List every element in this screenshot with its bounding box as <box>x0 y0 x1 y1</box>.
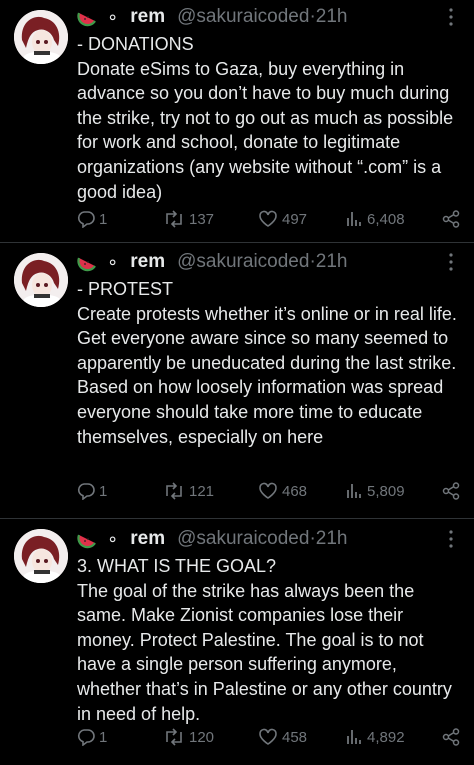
watermelon-icon <box>77 257 96 272</box>
tweet-text: - DONATIONS Donate eSims to Gaza, buy ev… <box>77 34 454 202</box>
name-bullet: ∘ <box>107 251 119 272</box>
heart-icon <box>259 210 277 227</box>
repost-icon <box>166 728 182 746</box>
display-name[interactable]: rem <box>130 528 165 550</box>
tweet-actions: 1 137 497 6,408 <box>77 207 460 231</box>
name-bullet: ∘ <box>107 528 119 549</box>
views-icon <box>347 730 361 744</box>
watermelon-icon <box>77 12 96 27</box>
avatar[interactable] <box>14 10 68 64</box>
tweet-text: 3. WHAT IS THE GOAL? The goal of the str… <box>77 556 452 724</box>
tweet-actions: 1 121 468 5,809 <box>77 479 460 503</box>
timestamp[interactable]: 21h <box>316 528 348 550</box>
views-button[interactable]: 4,892 <box>345 728 405 746</box>
reply-icon <box>77 729 95 746</box>
more-icon[interactable] <box>442 252 460 272</box>
tweet-header: ∘ rem @sakuraicoded · 21h <box>77 4 460 30</box>
display-name[interactable]: rem <box>130 6 165 28</box>
more-icon[interactable] <box>442 529 460 549</box>
share-button[interactable] <box>442 482 460 500</box>
more-icon[interactable] <box>442 7 460 27</box>
share-button[interactable] <box>442 210 460 228</box>
like-button[interactable]: 458 <box>258 728 307 746</box>
avatar[interactable] <box>14 529 68 583</box>
view-count: 4,892 <box>367 728 405 746</box>
view-count: 5,809 <box>367 482 405 500</box>
handle[interactable]: @sakuraicoded <box>177 528 309 550</box>
views-button[interactable]: 6,408 <box>345 210 405 228</box>
heart-icon <box>259 482 277 499</box>
share-icon <box>442 210 460 228</box>
reply-button[interactable]: 1 <box>77 210 107 228</box>
timestamp[interactable]: 21h <box>316 251 348 273</box>
reply-count: 1 <box>99 728 108 746</box>
repost-count: 120 <box>189 728 215 746</box>
repost-button[interactable]: 120 <box>163 728 214 746</box>
tweet-header: ∘ rem @sakuraicoded · 21h <box>77 526 460 552</box>
reply-icon <box>77 483 95 500</box>
tweet[interactable]: ∘ rem @sakuraicoded · 21h 3. WHAT IS THE… <box>0 519 474 765</box>
repost-button[interactable]: 121 <box>163 482 214 500</box>
views-icon <box>347 212 361 226</box>
timestamp[interactable]: 21h <box>316 6 348 28</box>
handle[interactable]: @sakuraicoded <box>177 251 309 273</box>
share-icon <box>442 728 460 746</box>
repost-icon <box>166 210 182 228</box>
name-bullet: ∘ <box>107 6 119 27</box>
tweet-text: - PROTEST Create protests whether it’s o… <box>77 279 457 447</box>
reply-button[interactable]: 1 <box>77 482 107 500</box>
like-count: 468 <box>282 482 308 500</box>
views-button[interactable]: 5,809 <box>345 482 405 500</box>
views-icon <box>347 484 361 498</box>
avatar[interactable] <box>14 253 68 307</box>
view-count: 6,408 <box>367 210 405 228</box>
like-button[interactable]: 497 <box>258 210 307 228</box>
repost-count: 121 <box>189 482 215 500</box>
heart-icon <box>259 728 277 745</box>
tweet[interactable]: ∘ rem @sakuraicoded · 21h - PROTEST Crea… <box>0 243 474 519</box>
repost-icon <box>166 482 182 500</box>
share-button[interactable] <box>442 728 460 746</box>
repost-button[interactable]: 137 <box>163 210 214 228</box>
tweet[interactable]: ∘ rem @sakuraicoded · 21h - DONATIONS Do… <box>0 0 474 243</box>
like-count: 458 <box>282 728 308 746</box>
share-icon <box>442 482 460 500</box>
like-button[interactable]: 468 <box>258 482 307 500</box>
reply-icon <box>77 211 95 228</box>
like-count: 497 <box>282 210 308 228</box>
watermelon-icon <box>77 534 96 549</box>
repost-count: 137 <box>189 210 215 228</box>
reply-count: 1 <box>99 482 108 500</box>
reply-count: 1 <box>99 210 108 228</box>
tweet-header: ∘ rem @sakuraicoded · 21h <box>77 249 460 275</box>
display-name[interactable]: rem <box>130 251 165 273</box>
reply-button[interactable]: 1 <box>77 728 107 746</box>
tweet-actions: 1 120 458 4,892 <box>77 725 460 749</box>
handle[interactable]: @sakuraicoded <box>177 6 309 28</box>
